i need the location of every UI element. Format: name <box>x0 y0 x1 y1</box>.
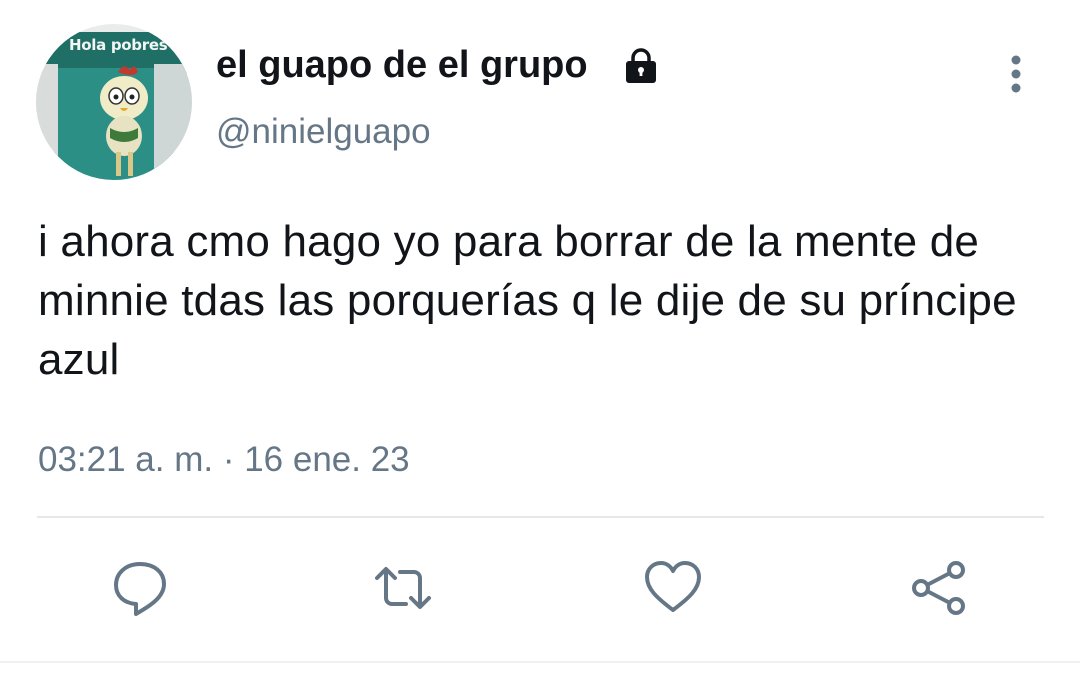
tweet-timestamp[interactable]: 03:21 a. m. · 16 ene. 23 <box>38 440 410 480</box>
tweet-text: i ahora cmo hago yo para borrar de la me… <box>38 217 1017 384</box>
lock-icon <box>621 45 661 85</box>
more-options-icon[interactable] <box>996 52 1036 96</box>
like-button[interactable] <box>643 558 703 618</box>
divider <box>37 516 1044 518</box>
avatar-caption: Hola pobres <box>69 36 168 54</box>
share-button[interactable] <box>908 558 968 618</box>
tweet-card: Hola pobres el guapo de el grupo @niniel… <box>0 0 1080 681</box>
share-nodes-icon <box>912 561 965 615</box>
speech-bubble-icon <box>114 562 166 616</box>
retweet-arrows-icon <box>375 567 431 609</box>
user-handle[interactable]: @ninielguapo <box>216 112 431 152</box>
heart-outline-icon <box>645 561 701 612</box>
reply-button[interactable] <box>110 558 170 618</box>
display-name[interactable]: el guapo de el grupo <box>216 44 588 87</box>
bottom-divider <box>0 661 1080 663</box>
avatar[interactable]: Hola pobres <box>36 24 192 180</box>
retweet-button[interactable] <box>373 558 433 618</box>
